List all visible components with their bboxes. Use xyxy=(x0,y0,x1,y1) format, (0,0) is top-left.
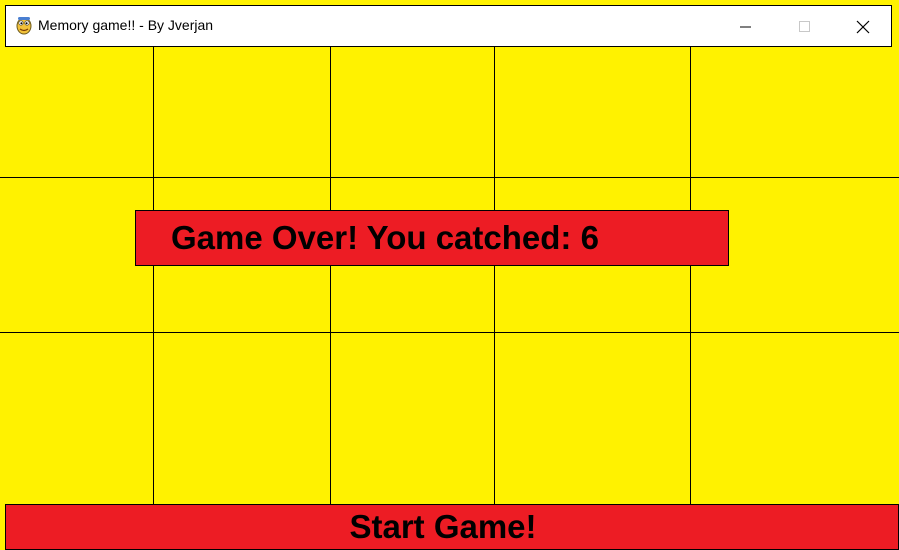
game-window: Memory game!! - By Jverjan Game Over! Yo… xyxy=(0,0,899,550)
maximize-button[interactable] xyxy=(776,6,832,46)
card-tile[interactable] xyxy=(0,178,153,332)
card-tile[interactable] xyxy=(495,333,690,505)
memory-board: Game Over! You catched: 6 Start Game! xyxy=(0,47,899,550)
card-tile[interactable] xyxy=(154,47,330,177)
start-game-button[interactable]: Start Game! xyxy=(5,504,899,550)
start-game-label: Start Game! xyxy=(349,508,537,545)
game-over-message: Game Over! You catched: 6 xyxy=(171,219,599,256)
grid-line xyxy=(153,47,154,505)
close-button[interactable] xyxy=(834,6,890,46)
maximize-icon xyxy=(799,21,810,32)
grid-line xyxy=(690,47,691,505)
grid-line xyxy=(330,47,331,505)
card-tile[interactable] xyxy=(331,47,494,177)
window-title: Memory game!! - By Jverjan xyxy=(38,17,214,33)
card-tile[interactable] xyxy=(331,333,494,505)
game-over-banner: Game Over! You catched: 6 xyxy=(135,210,729,266)
card-tile[interactable] xyxy=(154,333,330,505)
grid-line xyxy=(0,332,899,333)
card-tile[interactable] xyxy=(0,47,153,177)
grid-line xyxy=(494,47,495,505)
title-bar: Memory game!! - By Jverjan xyxy=(5,5,892,47)
card-tile[interactable] xyxy=(0,333,153,505)
minimize-button[interactable] xyxy=(718,6,774,46)
card-tile[interactable] xyxy=(495,47,690,177)
card-tile[interactable] xyxy=(691,47,899,177)
minimize-icon xyxy=(740,26,751,28)
close-icon xyxy=(856,20,870,34)
grid-line xyxy=(0,177,899,178)
card-tile[interactable] xyxy=(691,333,899,505)
pygame-snake-icon xyxy=(16,17,32,35)
